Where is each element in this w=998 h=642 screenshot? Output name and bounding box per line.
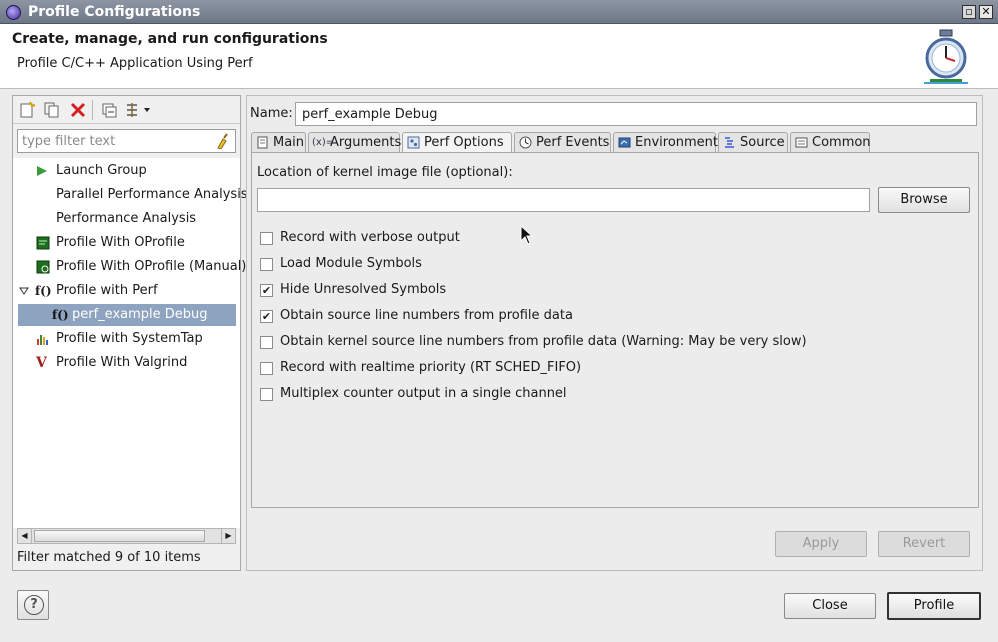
profile-button[interactable]: Profile	[887, 592, 981, 620]
window-title: Profile Configurations	[28, 4, 201, 20]
dialog-header: Create, manage, and run configurations P…	[0, 24, 998, 89]
oprofile-icon	[36, 236, 50, 250]
tab-main[interactable]: Main	[251, 132, 306, 153]
stopwatch-icon	[924, 29, 968, 84]
config-tabs: Main (x)= Arguments Perf Options Perf Ev…	[251, 132, 979, 154]
verbose-output-checkbox[interactable]	[260, 232, 273, 245]
tab-perf-options[interactable]: Perf Options	[402, 132, 512, 154]
oprofile-manual-icon	[36, 260, 50, 274]
perf-options-tab-icon	[407, 136, 420, 149]
filter-status: Filter matched 9 of 10 items	[17, 550, 201, 565]
launch-group-icon	[37, 166, 47, 176]
source-line-numbers-checkbox[interactable]: ✔	[260, 310, 273, 323]
valgrind-icon: V	[36, 355, 47, 371]
hide-unresolved-symbols-checkbox[interactable]: ✔	[260, 284, 273, 297]
restore-icon[interactable]: ▫	[962, 5, 976, 19]
tab-source[interactable]: Source	[718, 132, 788, 153]
name-label: Name:	[250, 106, 293, 121]
realtime-priority-checkbox[interactable]	[260, 362, 273, 375]
kernel-source-line-numbers-checkbox[interactable]	[260, 336, 273, 349]
expand-triangle-icon[interactable]	[19, 286, 29, 296]
clear-filter-icon[interactable]	[214, 133, 230, 149]
source-tab-icon	[725, 137, 734, 148]
filter-menu-icon[interactable]	[125, 101, 153, 119]
collapse-all-icon[interactable]	[101, 101, 119, 119]
tree-item-perf-example-debug[interactable]: f() perf_example Debug	[18, 304, 236, 326]
tab-environment[interactable]: Environment	[613, 132, 718, 153]
perf-icon: f()	[35, 284, 52, 298]
perf-icon: f()	[52, 308, 69, 322]
help-icon: ?	[24, 595, 44, 615]
configuration-tree: Launch Group Parallel Performance Analys…	[13, 158, 248, 528]
page-subtitle: Profile C/C++ Application Using Perf	[17, 56, 253, 71]
mouse-cursor-icon	[520, 225, 534, 245]
tab-arguments[interactable]: (x)= Arguments	[308, 132, 401, 153]
duplicate-icon[interactable]	[43, 101, 61, 119]
page-title: Create, manage, and run configurations	[12, 31, 328, 47]
perf-options-page: Location of kernel image file (optional)…	[251, 152, 979, 508]
tab-perf-events[interactable]: Perf Events	[514, 132, 611, 153]
horizontal-scrollbar[interactable]: ◀ ▶	[17, 528, 236, 544]
tab-common[interactable]: Common	[790, 132, 871, 153]
new-config-icon[interactable]	[18, 101, 36, 119]
toolbar-separator	[92, 100, 93, 120]
environment-tab-icon	[618, 137, 631, 148]
revert-button[interactable]: Revert	[878, 531, 970, 557]
tree-item-profile-with-oprofile-manual[interactable]: Profile With OProfile (Manual)	[33, 256, 246, 278]
title-bar[interactable]: Profile Configurations ▫ ✕	[0, 0, 998, 24]
configuration-editor: Name: Main (x)= Arguments Perf Options P…	[246, 95, 983, 571]
tree-item-parallel-performance-analysis[interactable]: Parallel Performance Analysis	[33, 184, 248, 206]
tree-item-launch-group[interactable]: Launch Group	[33, 160, 238, 182]
tree-item-profile-with-valgrind[interactable]: V Profile With Valgrind	[33, 352, 238, 374]
apply-button[interactable]: Apply	[775, 531, 867, 557]
close-icon[interactable]: ✕	[979, 5, 993, 19]
load-module-symbols-checkbox[interactable]	[260, 258, 273, 271]
help-button[interactable]: ?	[17, 590, 49, 620]
filter-input[interactable]	[17, 129, 236, 153]
multiplex-counter-checkbox[interactable]	[260, 388, 273, 401]
tree-item-profile-with-oprofile[interactable]: Profile With OProfile	[33, 232, 238, 254]
browse-button[interactable]: Browse	[878, 187, 970, 213]
eclipse-icon	[6, 5, 21, 20]
tree-item-profile-with-perf[interactable]: f() Profile with Perf	[19, 280, 238, 302]
kernel-image-label: Location of kernel image file (optional)…	[257, 165, 513, 180]
scrollbar-thumb[interactable]	[34, 530, 205, 542]
common-tab-icon	[795, 137, 808, 148]
main-tab-icon	[257, 136, 268, 149]
arguments-tab-icon: (x)=	[312, 137, 335, 148]
scroll-right-icon[interactable]: ▶	[221, 529, 235, 543]
tree-item-profile-with-systemtap[interactable]: Profile with SystemTap	[33, 328, 238, 350]
close-button[interactable]: Close	[784, 593, 876, 619]
tree-item-performance-analysis[interactable]: Performance Analysis	[33, 208, 238, 230]
configurations-toolbar	[13, 96, 240, 124]
systemtap-icon	[37, 335, 48, 345]
perf-events-tab-icon	[519, 136, 532, 149]
name-field[interactable]	[295, 102, 977, 126]
scroll-left-icon[interactable]: ◀	[18, 529, 32, 543]
kernel-image-field[interactable]	[257, 188, 870, 212]
configurations-panel: Launch Group Parallel Performance Analys…	[12, 95, 248, 571]
delete-icon[interactable]	[69, 101, 87, 119]
